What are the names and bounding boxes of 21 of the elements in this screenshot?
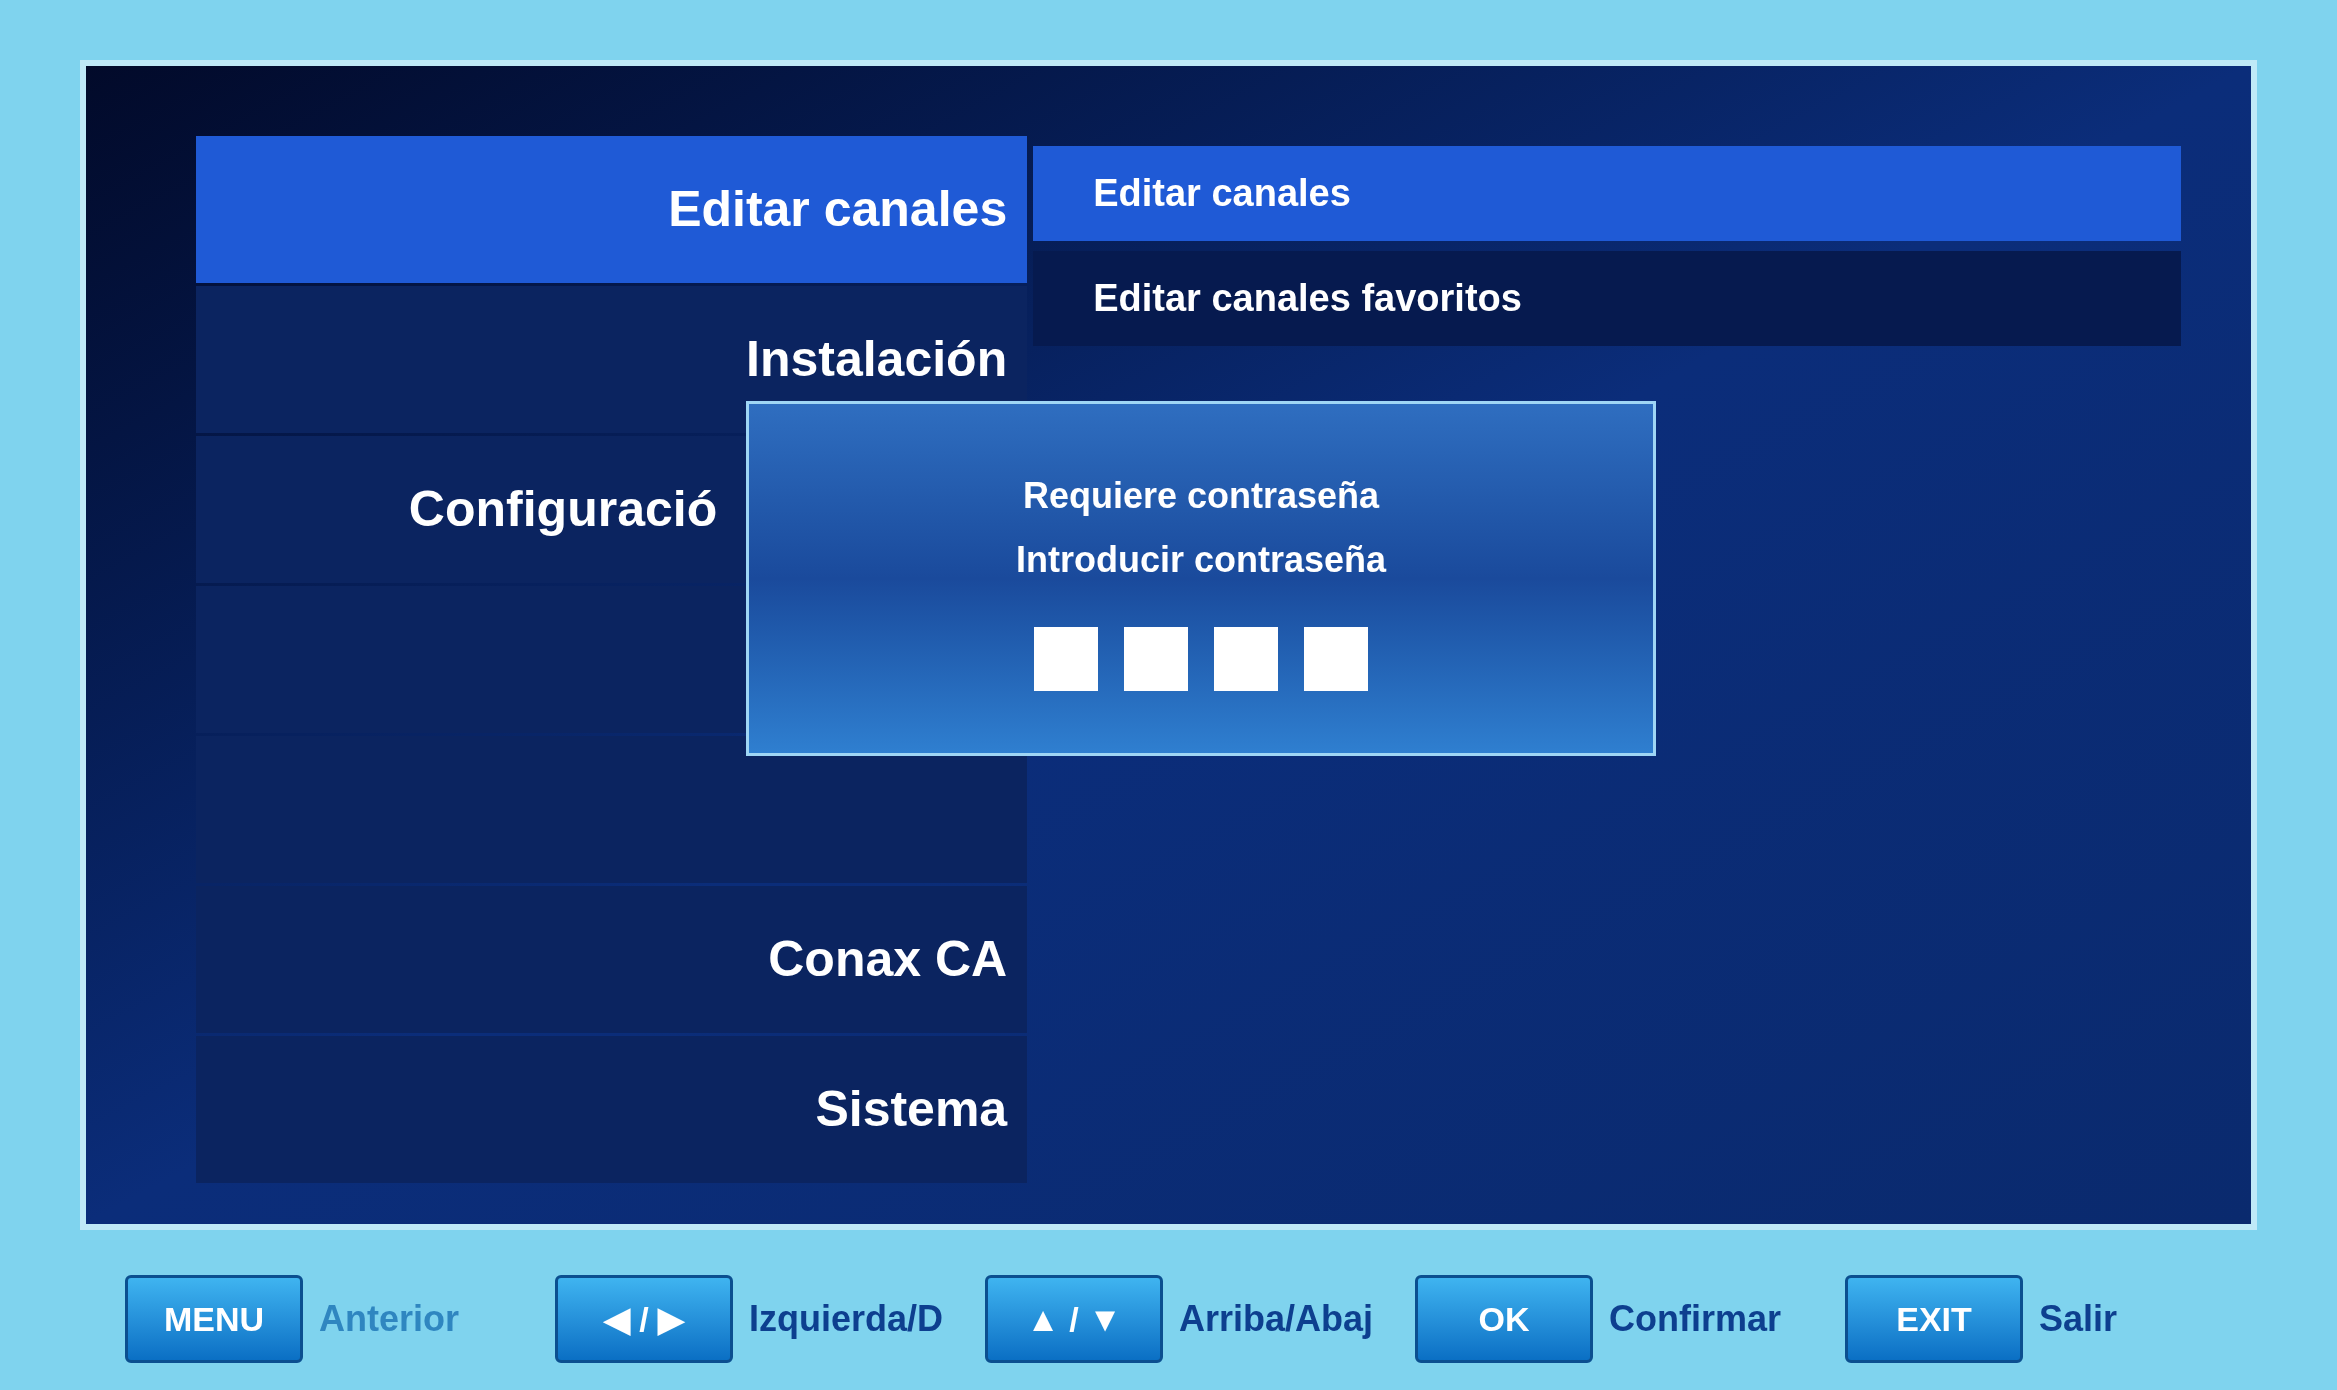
key-hint-label: Salir (2039, 1297, 2118, 1341)
key-hint-label: Anterior (319, 1297, 459, 1341)
submenu-item[interactable]: Editar canales (1033, 146, 2181, 241)
menu-item[interactable] (196, 736, 1028, 883)
submenu-item[interactable]: Editar canales favoritos (1033, 251, 2181, 346)
menu-item[interactable]: Instalación (196, 286, 1028, 433)
pin-digit-box[interactable] (1304, 627, 1368, 691)
pin-digit-box[interactable] (1214, 627, 1278, 691)
key-hint-label: Izquierda/D (749, 1297, 944, 1341)
menu-item[interactable]: Editar canales (196, 136, 1028, 283)
remote-key-button[interactable]: MENU (125, 1275, 303, 1363)
remote-key-button[interactable]: EXIT (1845, 1275, 2023, 1363)
menu-item[interactable]: Sistema (196, 1036, 1028, 1183)
remote-key-button[interactable]: ▲ / ▼ (985, 1275, 1163, 1363)
remote-key-button[interactable]: ◀ / ▶ (555, 1275, 733, 1363)
key-hint-label: Confirmar (1609, 1297, 1782, 1341)
key-hint-label: Arriba/Abaj (1179, 1297, 1374, 1341)
menu-item[interactable]: Conax CA (196, 886, 1028, 1033)
remote-key-button[interactable]: OK (1415, 1275, 1593, 1363)
pin-digit-box[interactable] (1034, 627, 1098, 691)
pin-digit-box[interactable] (1124, 627, 1188, 691)
